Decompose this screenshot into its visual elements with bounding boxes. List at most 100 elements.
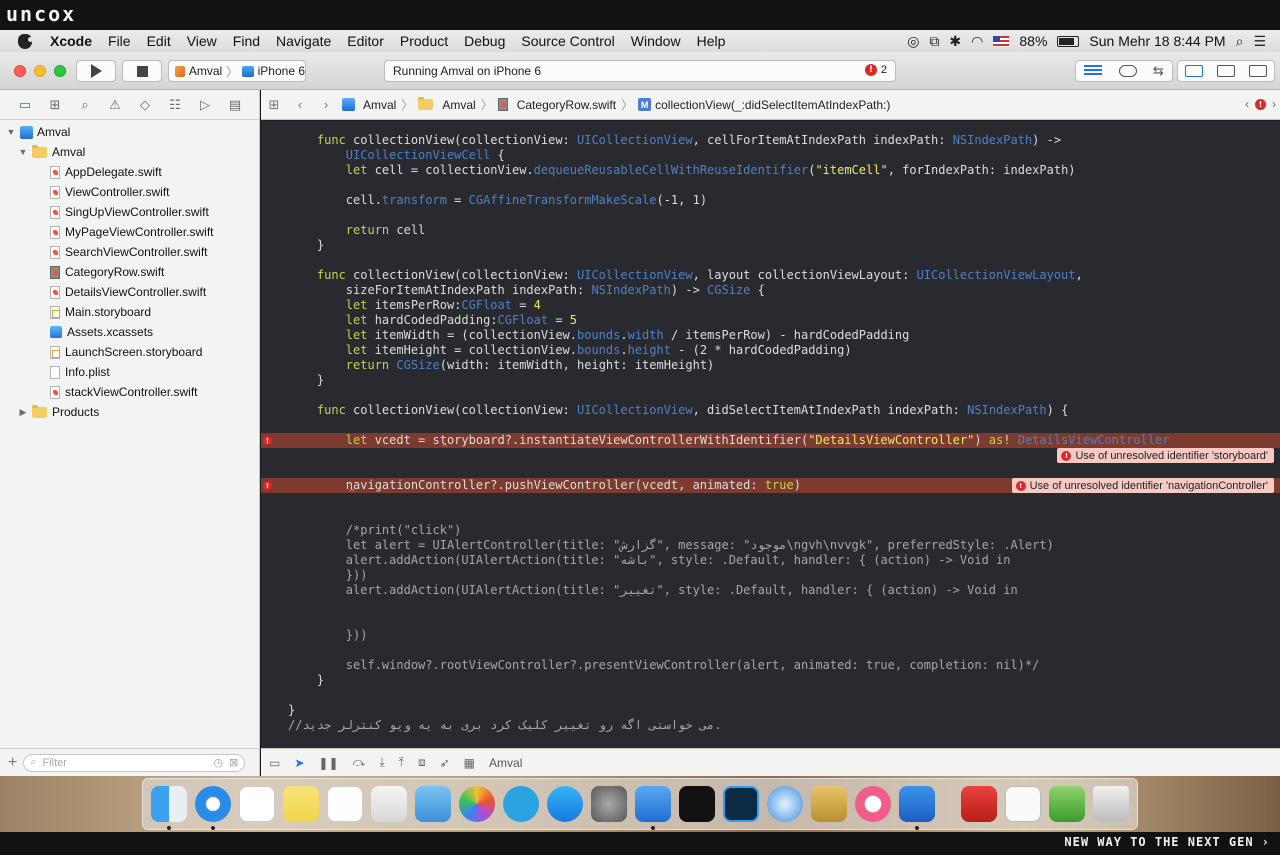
mail-icon[interactable] — [415, 786, 451, 822]
debug-navigator-icon[interactable]: ☷ — [160, 97, 190, 113]
pause-icon[interactable]: ❚❚ — [318, 756, 338, 770]
hide-debug-area-icon[interactable]: ▭ — [269, 756, 280, 770]
step-into-icon[interactable]: ⤓ — [379, 755, 384, 770]
stop-button[interactable] — [122, 60, 162, 82]
back-icon[interactable]: ‹ — [287, 97, 313, 112]
forward-icon[interactable]: › — [313, 97, 339, 112]
next-issue-icon[interactable]: › — [1272, 97, 1276, 111]
telegram-icon[interactable] — [503, 786, 539, 822]
finder-icon[interactable] — [151, 786, 187, 830]
disclosure-open-icon[interactable]: ▼ — [18, 147, 28, 157]
disclosure-open-icon[interactable]: ▼ — [6, 127, 16, 137]
bluetooth-icon[interactable]: ✱ — [949, 33, 961, 50]
window-minimize-button[interactable] — [34, 65, 46, 77]
intellij-icon[interactable] — [679, 786, 715, 822]
standard-editor-icon[interactable] — [1084, 65, 1103, 77]
version-editor-icon[interactable]: ⇆ — [1153, 63, 1164, 79]
window-zoom-button[interactable] — [54, 65, 66, 77]
issue-annotation[interactable]: ! Use of unresolved identifier 'navigati… — [1011, 478, 1274, 493]
breakpoints-toggle-icon[interactable]: ➤ — [294, 756, 304, 770]
notification-center-icon[interactable]: ☰ — [1253, 33, 1266, 50]
simulate-location-icon[interactable]: ➶ — [440, 756, 450, 770]
report-navigator-icon[interactable]: ▤ — [220, 97, 250, 113]
menu-edit[interactable]: Edit — [139, 33, 179, 49]
itunes-icon[interactable] — [855, 786, 891, 822]
spotlight-search-icon[interactable]: ⌕ — [1236, 33, 1244, 50]
xcode-icon[interactable] — [635, 786, 671, 830]
run-button[interactable] — [76, 60, 116, 82]
tree-file-row[interactable]: LaunchScreen.storyboard — [0, 342, 259, 362]
breakpoint-navigator-icon[interactable]: ▷ — [190, 97, 220, 113]
activity-monitor-icon[interactable] — [1049, 786, 1085, 822]
quicktime-icon[interactable] — [767, 786, 803, 822]
assistant-editor-icon[interactable] — [1118, 65, 1137, 77]
gutter-error-icon[interactable]: ! — [263, 436, 272, 445]
tree-file-row[interactable]: Main.storyboard — [0, 302, 259, 322]
tree-file-row[interactable]: DetailsViewController.swift — [0, 282, 259, 302]
creative-cloud-icon[interactable] — [961, 786, 997, 822]
battery-icon[interactable] — [1057, 35, 1080, 47]
menu-app-name[interactable]: Xcode — [42, 33, 100, 49]
crumb-group[interactable]: Amval — [415, 97, 478, 112]
archive-utility-icon[interactable] — [811, 786, 847, 822]
photos-icon[interactable] — [459, 786, 495, 822]
menu-find[interactable]: Find — [225, 33, 268, 49]
menu-source-control[interactable]: Source Control — [513, 33, 622, 49]
related-items-icon[interactable]: ⊞ — [261, 97, 287, 113]
folder-icon[interactable]: ▭ — [10, 97, 40, 113]
source-editor[interactable]: func collectionView(collectionView: UICo… — [261, 121, 1280, 748]
filter-input[interactable]: ⌕ Filter ◷ ⊠ — [23, 753, 246, 772]
step-out-icon[interactable]: ⤒ — [399, 755, 404, 770]
tree-project-row[interactable]: ▼ Amval — [0, 122, 259, 142]
tree-file-row[interactable]: SearchViewController.swift — [0, 242, 259, 262]
menu-editor[interactable]: Editor — [339, 33, 392, 49]
crumb-file[interactable]: CategoryRow.swift — [495, 98, 619, 112]
tree-file-row[interactable]: stackViewController.swift — [0, 382, 259, 402]
calendar-icon[interactable] — [239, 786, 275, 822]
find-navigator-icon[interactable]: ⌕ — [70, 97, 100, 113]
menu-window[interactable]: Window — [623, 33, 689, 49]
issue-annotation[interactable]: ! Use of unresolved identifier 'storyboa… — [1057, 448, 1274, 463]
utilities-toggle-icon[interactable] — [1249, 65, 1267, 77]
previous-issue-icon[interactable]: ‹ — [1245, 97, 1249, 111]
photoshop-icon[interactable] — [723, 786, 759, 822]
menu-navigate[interactable]: Navigate — [268, 33, 339, 49]
activity-error-badge[interactable]: ! 2 — [864, 64, 887, 76]
reminders-icon[interactable] — [327, 786, 363, 822]
menu-product[interactable]: Product — [392, 33, 456, 49]
preview-icon[interactable] — [371, 786, 407, 822]
menu-view[interactable]: View — [179, 33, 225, 49]
window-close-button[interactable] — [14, 65, 26, 77]
tree-file-row-selected[interactable]: CategoryRow.swift — [0, 262, 259, 282]
gutter-error-icon[interactable]: ! — [263, 481, 272, 490]
crumb-method[interactable]: McollectionView(_:didSelectItemAtIndexPa… — [635, 98, 893, 112]
battery-percent[interactable]: 88% — [1019, 33, 1047, 49]
menu-file[interactable]: File — [100, 33, 139, 49]
tree-file-row[interactable]: MyPageViewController.swift — [0, 222, 259, 242]
debug-area-toggle-icon[interactable] — [1217, 65, 1235, 77]
navigator-toggle-icon[interactable] — [1185, 65, 1203, 77]
tree-file-row[interactable]: Assets.xcassets — [0, 322, 259, 342]
process-icon[interactable]: ▦ — [464, 756, 475, 770]
trash-icon[interactable] — [1093, 786, 1129, 822]
system-preferences-icon[interactable] — [591, 786, 627, 822]
scheme-selector[interactable]: Amval 〉 iPhone 6 — [168, 60, 306, 82]
menu-debug[interactable]: Debug — [456, 33, 513, 49]
creative-cloud-icon[interactable]: ◎ — [907, 33, 919, 50]
app-store-icon[interactable] — [547, 786, 583, 822]
input-source-flag-icon[interactable] — [993, 35, 1010, 47]
wifi-icon[interactable]: ◠ — [971, 33, 983, 50]
notes-icon[interactable] — [283, 786, 319, 822]
editor-mode-control[interactable]: ⇆ — [1075, 60, 1173, 82]
disclosure-closed-icon[interactable]: ▶ — [18, 407, 28, 418]
safari-icon[interactable] — [195, 786, 231, 830]
screen-capture-icon[interactable]: ⧉ — [929, 33, 939, 50]
add-file-icon[interactable]: + — [8, 754, 17, 772]
symbol-navigator-icon[interactable]: ⊞ — [40, 97, 70, 113]
tree-file-row[interactable]: ViewController.swift — [0, 182, 259, 202]
view-panes-control[interactable] — [1177, 60, 1275, 82]
step-over-icon[interactable]: ⤼ — [353, 755, 366, 770]
test-navigator-icon[interactable]: ◇ — [130, 97, 160, 113]
tree-file-row[interactable]: SingUpViewController.swift — [0, 202, 259, 222]
recent-files-icon[interactable]: ◷ — [214, 756, 224, 769]
